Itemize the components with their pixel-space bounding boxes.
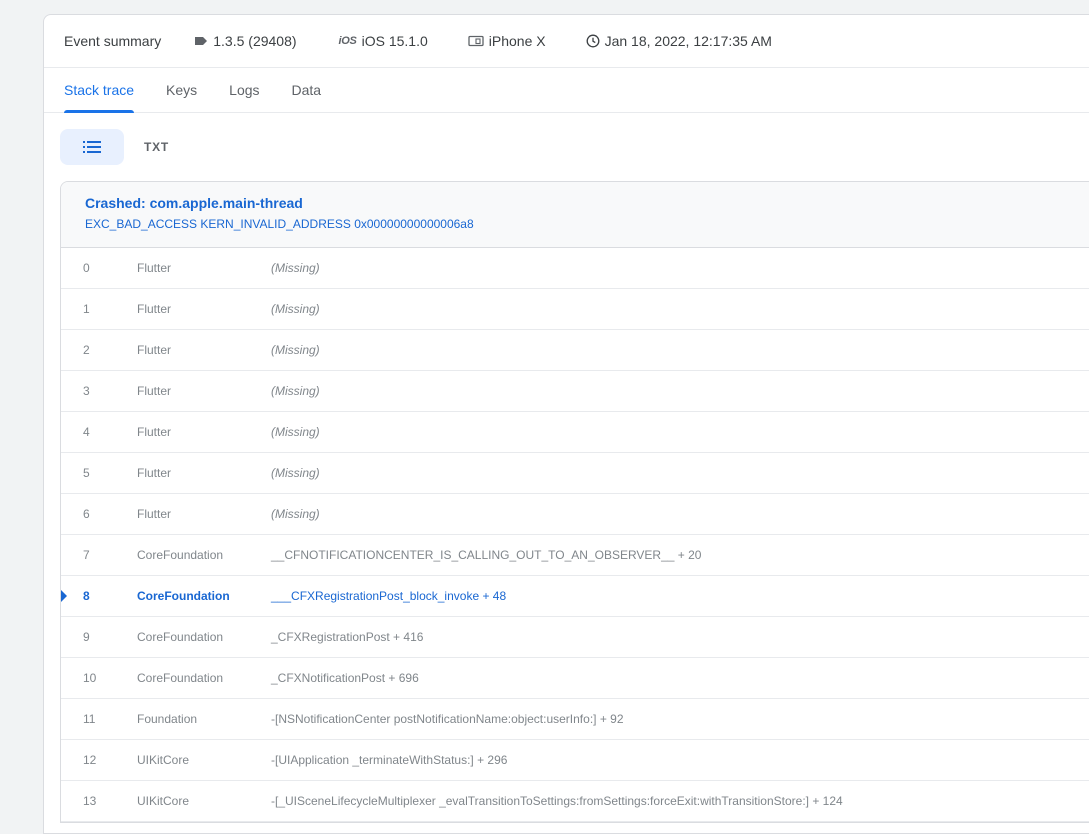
clock-icon xyxy=(586,34,600,48)
frame-library: Flutter xyxy=(137,343,172,357)
frame-number: 3 xyxy=(83,384,90,398)
frame-library: CoreFoundation xyxy=(137,589,230,603)
version-info: 1.3.5 (29408) xyxy=(194,33,297,49)
frame-symbol: _CFXRegistrationPost + 416 xyxy=(271,630,424,644)
tab-stack-trace[interactable]: Stack trace xyxy=(64,68,135,113)
device-icon xyxy=(468,35,484,47)
frame-library: CoreFoundation xyxy=(137,548,224,562)
frame-library: Foundation xyxy=(137,712,198,726)
list-view-button[interactable] xyxy=(60,129,124,165)
stack-frame-row[interactable]: 6 Flutter (Missing) xyxy=(61,494,1089,535)
stack-frame-row[interactable]: 9 CoreFoundation _CFXRegistrationPost + 41… xyxy=(61,617,1089,658)
frame-library: UIKitCore xyxy=(137,753,190,767)
stack-frame-row[interactable]: 3 Flutter (Missing) xyxy=(61,371,1089,412)
frame-number: 6 xyxy=(83,507,90,521)
frame-number: 12 xyxy=(83,753,97,767)
frame-symbol: (Missing) xyxy=(271,384,320,398)
stack-frame-row[interactable]: 10 CoreFoundation _CFXNotificationPost + 6… xyxy=(61,658,1089,699)
crash-header: Crashed: com.apple.main-thread EXC_BAD_A… xyxy=(61,182,1089,248)
stack-frame-row[interactable]: 11 Foundation -[NSNotificationCenter postN… xyxy=(61,699,1089,740)
device-label: iPhone X xyxy=(488,33,546,49)
frame-number: 13 xyxy=(83,794,97,808)
frame-symbol: _CFXNotificationPost + 696 xyxy=(271,671,419,685)
frame-library: Flutter xyxy=(137,425,172,439)
stack-frame-row[interactable]: 8 CoreFoundation ___CFXRegistrationPost_bl… xyxy=(61,576,1089,617)
frame-number: 7 xyxy=(83,548,90,562)
list-icon xyxy=(83,141,101,153)
frame-symbol: (Missing) xyxy=(271,261,320,275)
crash-exception-detail: EXC_BAD_ACCESS KERN_INVALID_ADDRESS 0x00… xyxy=(85,217,474,231)
selected-frame-arrow-icon xyxy=(61,590,67,602)
frame-number: 9 xyxy=(83,630,90,644)
frame-library: Flutter xyxy=(137,507,172,521)
frame-symbol: __CFNOTIFICATIONCENTER_IS_CALLING_OUT_TO… xyxy=(271,548,702,562)
frame-library: Flutter xyxy=(137,261,172,275)
frame-number: 2 xyxy=(83,343,90,357)
txt-view-button[interactable]: TXT xyxy=(144,140,169,154)
stack-frame-row[interactable]: 5 Flutter (Missing) xyxy=(61,453,1089,494)
frame-library: Flutter xyxy=(137,302,172,316)
stack-trace-panel: Crashed: com.apple.main-thread EXC_BAD_A… xyxy=(60,181,1089,823)
stack-frame-row[interactable]: 1 Flutter (Missing) xyxy=(61,289,1089,330)
frame-list: 0 Flutter (Missing) 1 Flutter (Missing) 2 Flutt… xyxy=(61,248,1089,822)
version-label: 1.3.5 (29408) xyxy=(213,33,297,49)
frame-symbol: (Missing) xyxy=(271,507,320,521)
frame-symbol: ___CFXRegistrationPost_block_invoke + 48 xyxy=(271,589,507,603)
stack-frame-row[interactable]: 0 Flutter (Missing) xyxy=(61,248,1089,289)
frame-number: 1 xyxy=(83,302,90,316)
frame-number: 11 xyxy=(83,712,96,726)
tab-bar: Stack trace Keys Logs Data xyxy=(44,68,1089,113)
device-info: iPhone X xyxy=(468,33,546,49)
frame-number: 0 xyxy=(83,261,90,275)
stack-frame-row[interactable]: 4 Flutter (Missing) xyxy=(61,412,1089,453)
frame-symbol: -[UIApplication _terminateWithStatus:] +… xyxy=(271,753,508,767)
tab-logs[interactable]: Logs xyxy=(229,68,259,112)
tag-icon xyxy=(194,35,208,47)
frame-symbol: -[NSNotificationCenter postNotificationN… xyxy=(271,712,624,726)
tab-data[interactable]: Data xyxy=(292,68,322,112)
crash-thread-title: Crashed: com.apple.main-thread xyxy=(85,195,303,211)
frame-library: Flutter xyxy=(137,466,172,480)
event-summary-title: Event summary xyxy=(64,33,162,49)
stack-frame-row[interactable]: 13 UIKitCore -[_UISceneLifecycleMultiplexe… xyxy=(61,781,1089,822)
stack-frame-row[interactable]: 7 CoreFoundation __CFNOTIFICATIONCENTER_IS… xyxy=(61,535,1089,576)
frame-library: CoreFoundation xyxy=(137,671,224,685)
timestamp-label: Jan 18, 2022, 12:17:35 AM xyxy=(604,33,772,49)
os-label: iOS 15.1.0 xyxy=(361,33,428,49)
frame-library: UIKitCore xyxy=(137,794,190,808)
os-info: iOS iOS 15.1.0 xyxy=(339,33,428,49)
stack-frame-row[interactable]: 2 Flutter (Missing) xyxy=(61,330,1089,371)
frame-symbol: (Missing) xyxy=(271,425,320,439)
frame-symbol: (Missing) xyxy=(271,466,320,480)
event-card: Event summary 1.3.5 (29408) iOS iOS 15.1… xyxy=(43,14,1089,834)
frame-library: Flutter xyxy=(137,384,172,398)
ios-icon: iOS xyxy=(338,35,357,47)
frame-library: CoreFoundation xyxy=(137,630,224,644)
stack-frame-row[interactable]: 12 UIKitCore -[UIApplication _terminateWit… xyxy=(61,740,1089,781)
frame-symbol: (Missing) xyxy=(271,302,320,316)
event-summary-bar: Event summary 1.3.5 (29408) iOS iOS 15.1… xyxy=(44,15,1089,68)
frame-number: 10 xyxy=(83,671,97,685)
frame-number: 4 xyxy=(83,425,90,439)
frame-number: 5 xyxy=(83,466,90,480)
tab-keys[interactable]: Keys xyxy=(166,68,197,112)
frame-symbol: -[_UISceneLifecycleMultiplexer _evalTran… xyxy=(271,794,843,808)
timestamp-info: Jan 18, 2022, 12:17:35 AM xyxy=(586,33,772,49)
frame-symbol: (Missing) xyxy=(271,343,320,357)
view-toggle: TXT xyxy=(44,113,1089,165)
frame-number: 8 xyxy=(83,589,90,603)
